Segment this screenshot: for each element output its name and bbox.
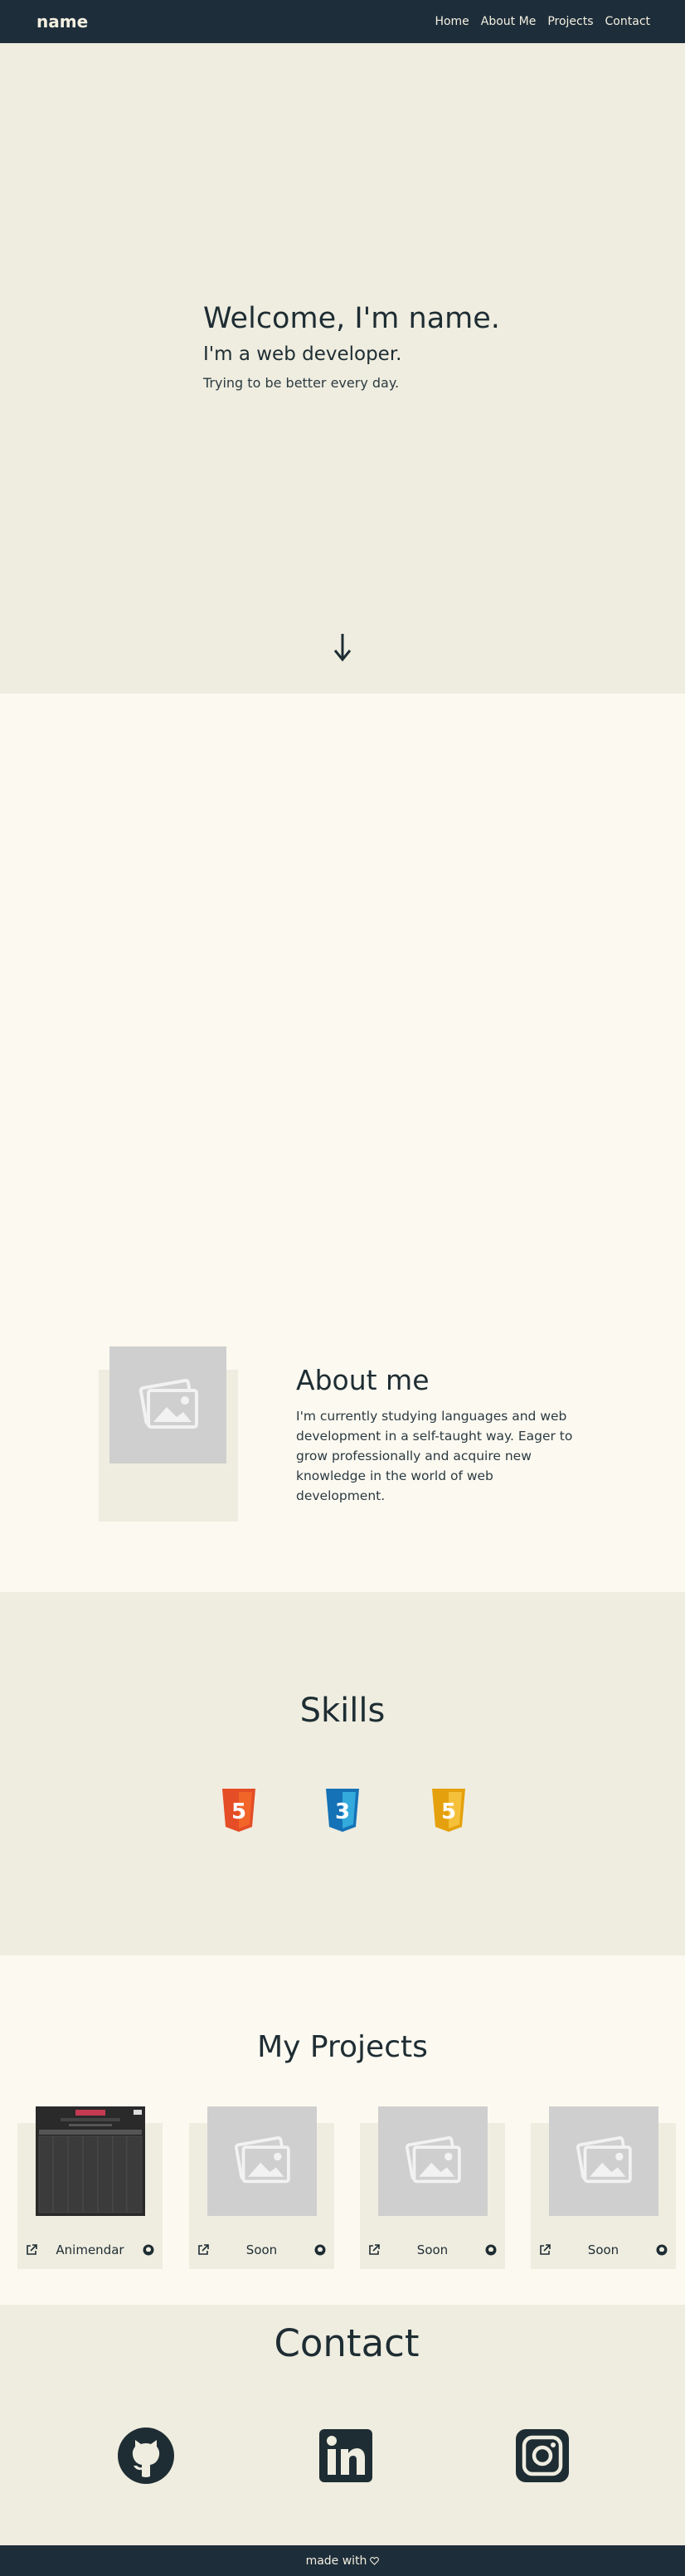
javascript-icon: 5 [432, 1789, 465, 1832]
external-link-icon[interactable] [539, 2244, 551, 2256]
image-placeholder-icon [138, 1378, 198, 1429]
nav-link-projects[interactable]: Projects [547, 15, 593, 28]
footer-text: made with [305, 2554, 367, 2568]
projects-title: My Projects [257, 2030, 428, 2064]
project-card-animendar: Animendar [17, 2106, 163, 2269]
about-image [109, 1346, 226, 1463]
nav-link-home[interactable]: Home [435, 15, 469, 28]
card-footer: Soon [360, 2242, 505, 2257]
project-image [207, 2106, 317, 2216]
arrow-down-icon[interactable] [331, 631, 354, 664]
github-icon[interactable] [143, 2244, 154, 2256]
image-placeholder-icon [234, 2136, 290, 2184]
project-card-soon-2: Soon [360, 2106, 505, 2269]
image-placeholder-icon [405, 2136, 461, 2184]
about-body: I'm currently studying languages and web… [296, 1409, 573, 1503]
nav-links: Home About Me Projects Contact [435, 15, 650, 28]
nav-link-contact[interactable]: Contact [605, 15, 650, 28]
page-footer: made with [0, 2545, 685, 2576]
project-card-soon-1: Soon [189, 2106, 334, 2269]
project-name: Soon [587, 2242, 619, 2257]
css3-icon: 3 [326, 1789, 359, 1832]
contact-section: Contact [0, 2305, 685, 2545]
hero-text: Welcome, I'm name. I'm a web developer. … [203, 302, 500, 391]
contact-title: Contact [274, 2321, 420, 2365]
project-name: Animendar [56, 2242, 124, 2257]
linkedin-icon[interactable] [317, 2427, 375, 2485]
heart-icon [370, 2556, 380, 2565]
brand-logo[interactable]: name [36, 12, 88, 32]
external-link-icon[interactable] [26, 2244, 37, 2256]
project-image [549, 2106, 658, 2216]
github-icon[interactable] [117, 2427, 175, 2485]
image-placeholder-icon [576, 2136, 632, 2184]
hero-subtitle: I'm a web developer. [203, 343, 402, 365]
card-footer: Animendar [17, 2242, 163, 2257]
svg-text:5: 5 [441, 1799, 456, 1824]
svg-text:3: 3 [335, 1799, 350, 1824]
project-image [378, 2106, 488, 2216]
project-name: Soon [245, 2242, 278, 2257]
projects-section: My Projects Animendar Soon Soon Soon [0, 1955, 685, 2305]
project-name: Soon [416, 2242, 449, 2257]
github-icon[interactable] [656, 2244, 668, 2256]
external-link-icon[interactable] [197, 2244, 209, 2256]
skills-title: Skills [299, 1692, 386, 1730]
html5-icon: 5 [222, 1789, 255, 1832]
svg-text:5: 5 [231, 1799, 246, 1824]
hero-section: Welcome, I'm name. I'm a web developer. … [0, 43, 685, 694]
external-link-icon[interactable] [368, 2244, 380, 2256]
hero-title: Welcome, I'm name. [203, 302, 500, 335]
github-icon[interactable] [485, 2244, 497, 2256]
card-footer: Soon [189, 2242, 334, 2257]
about-text: About me I'm currently studying language… [296, 1364, 578, 1506]
skills-section: Skills 5 3 5 [0, 1592, 685, 1955]
about-title: About me [296, 1364, 430, 1396]
instagram-icon[interactable] [513, 2427, 571, 2485]
card-footer: Soon [531, 2242, 676, 2257]
hero-tagline: Trying to be better every day. [203, 375, 400, 391]
project-screenshot [36, 2106, 145, 2216]
project-card-soon-3: Soon [531, 2106, 676, 2269]
nav-link-about[interactable]: About Me [481, 15, 537, 28]
top-navbar: name Home About Me Projects Contact [0, 0, 685, 43]
github-icon[interactable] [314, 2244, 326, 2256]
about-section: About me I'm currently studying language… [0, 694, 685, 1592]
app-screenshot-image [36, 2106, 145, 2216]
